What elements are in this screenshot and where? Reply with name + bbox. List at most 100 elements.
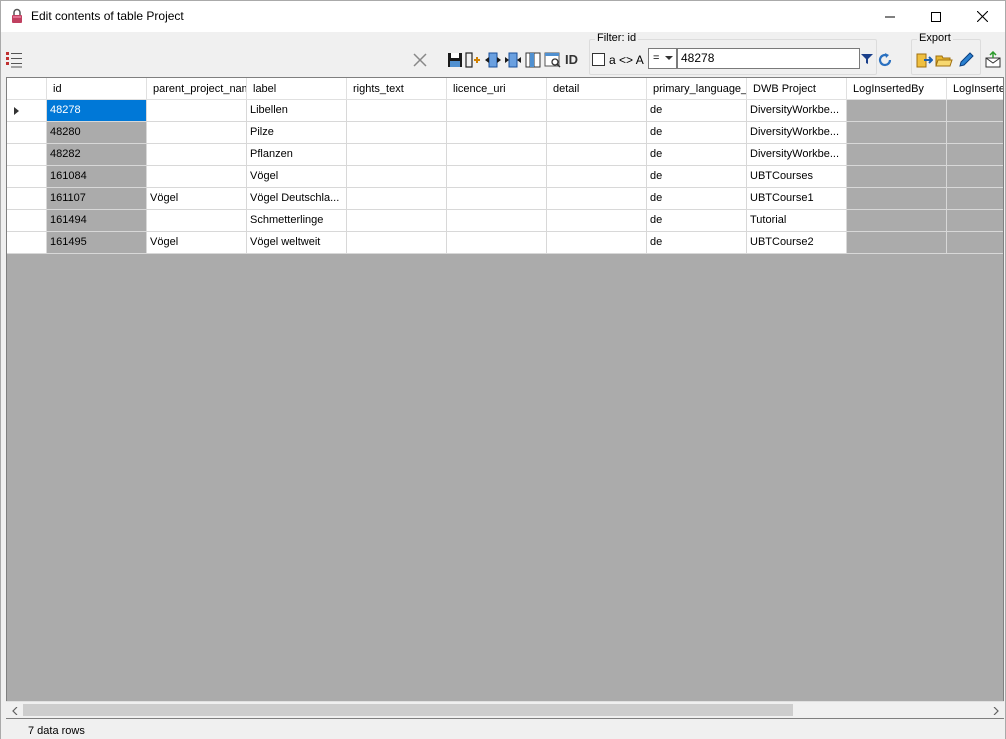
close-button[interactable]: [959, 1, 1005, 32]
table-cell-parent-project-nam[interactable]: Vögel: [147, 188, 247, 210]
save-icon[interactable]: [446, 51, 464, 69]
table-cell-detail[interactable]: [547, 100, 647, 122]
table-cell-licence-uri[interactable]: [447, 100, 547, 122]
table-cell-loginsertedby[interactable]: [847, 210, 947, 232]
column-header-6[interactable]: primary_language_c: [647, 78, 747, 100]
insert-row-icon[interactable]: [464, 51, 482, 69]
table-cell-detail[interactable]: [547, 210, 647, 232]
table-cell-loginserte[interactable]: [947, 232, 1003, 254]
table-row[interactable]: 48278 Libellen de DiversityWorkbe...: [7, 100, 1003, 122]
id-button[interactable]: ID: [565, 52, 578, 67]
column-header-0[interactable]: id: [47, 78, 147, 100]
table-cell-id[interactable]: 48278: [47, 100, 147, 122]
table-cell-loginserte[interactable]: [947, 188, 1003, 210]
table-cell-rights-text[interactable]: [347, 210, 447, 232]
table-cell-loginserte[interactable]: [947, 210, 1003, 232]
table-cell-primary-language-c[interactable]: de: [647, 232, 747, 254]
table-cell-id[interactable]: 161084: [47, 166, 147, 188]
horizontal-scrollbar[interactable]: [6, 701, 1004, 718]
fit-columns-icon[interactable]: [484, 51, 502, 69]
table-row[interactable]: 161107 Vögel Vögel Deutschla... de UBTCourse…: [7, 188, 1003, 210]
table-cell-label[interactable]: Pilze: [247, 122, 347, 144]
table-cell-label[interactable]: Vögel: [247, 166, 347, 188]
table-cell-label[interactable]: Schmetterlinge: [247, 210, 347, 232]
column-header-9[interactable]: LogInserte: [947, 78, 1003, 100]
table-cell-detail[interactable]: [547, 232, 647, 254]
table-cell-rights-text[interactable]: [347, 166, 447, 188]
table-cell-detail[interactable]: [547, 188, 647, 210]
table-cell-primary-language-c[interactable]: de: [647, 166, 747, 188]
scroll-right-button[interactable]: [987, 702, 1004, 719]
table-cell-licence-uri[interactable]: [447, 166, 547, 188]
maximize-button[interactable]: [913, 1, 959, 32]
table-cell-loginsertedby[interactable]: [847, 100, 947, 122]
table-cell-label[interactable]: Pflanzen: [247, 144, 347, 166]
table-cell-dwb-project[interactable]: Tutorial: [747, 210, 847, 232]
filter-value-input[interactable]: 48278: [677, 48, 860, 69]
table-cell-label[interactable]: Vögel Deutschla...: [247, 188, 347, 210]
row-header[interactable]: [7, 122, 47, 144]
table-cell-parent-project-nam[interactable]: [147, 122, 247, 144]
table-cell-loginsertedby[interactable]: [847, 232, 947, 254]
preview-icon[interactable]: [544, 51, 562, 69]
table-cell-primary-language-c[interactable]: de: [647, 188, 747, 210]
table-cell-rights-text[interactable]: [347, 144, 447, 166]
edit-pen-icon[interactable]: [957, 51, 975, 69]
table-row[interactable]: 161495 Vögel Vögel weltweit de UBTCourse2: [7, 232, 1003, 254]
table-cell-parent-project-nam[interactable]: Vögel: [147, 232, 247, 254]
table-cell-dwb-project[interactable]: DiversityWorkbe...: [747, 144, 847, 166]
table-cell-dwb-project[interactable]: UBTCourse1: [747, 188, 847, 210]
operator-select[interactable]: =: [648, 48, 677, 69]
table-cell-dwb-project[interactable]: UBTCourse2: [747, 232, 847, 254]
table-cell-id[interactable]: 161494: [47, 210, 147, 232]
row-header[interactable]: [7, 144, 47, 166]
table-cell-id[interactable]: 48280: [47, 122, 147, 144]
column-list-icon[interactable]: [5, 51, 23, 69]
row-header[interactable]: [7, 232, 47, 254]
table-cell-licence-uri[interactable]: [447, 232, 547, 254]
column-header-5[interactable]: detail: [547, 78, 647, 100]
minimize-button[interactable]: [867, 1, 913, 32]
scrollbar-thumb[interactable]: [23, 704, 793, 716]
table-cell-id[interactable]: 161495: [47, 232, 147, 254]
table-cell-parent-project-nam[interactable]: [147, 210, 247, 232]
delete-row-icon[interactable]: [411, 51, 429, 69]
table-cell-rights-text[interactable]: [347, 100, 447, 122]
table-cell-id[interactable]: 161107: [47, 188, 147, 210]
table-cell-loginserte[interactable]: [947, 144, 1003, 166]
table-cell-primary-language-c[interactable]: de: [647, 210, 747, 232]
column-header-3[interactable]: rights_text: [347, 78, 447, 100]
column-header-1[interactable]: parent_project_nam: [147, 78, 247, 100]
table-cell-licence-uri[interactable]: [447, 122, 547, 144]
table-cell-rights-text[interactable]: [347, 188, 447, 210]
scroll-left-button[interactable]: [6, 702, 23, 719]
export-icon[interactable]: [915, 51, 933, 69]
table-cell-primary-language-c[interactable]: de: [647, 144, 747, 166]
table-cell-detail[interactable]: [547, 166, 647, 188]
table-cell-detail[interactable]: [547, 144, 647, 166]
table-cell-licence-uri[interactable]: [447, 210, 547, 232]
table-cell-loginserte[interactable]: [947, 122, 1003, 144]
table-cell-detail[interactable]: [547, 122, 647, 144]
column-header-8[interactable]: LogInsertedBy: [847, 78, 947, 100]
table-cell-dwb-project[interactable]: DiversityWorkbe...: [747, 122, 847, 144]
filter-icon[interactable]: [860, 52, 874, 66]
column-header-7[interactable]: DWB Project: [747, 78, 847, 100]
table-cell-loginserte[interactable]: [947, 100, 1003, 122]
table-row[interactable]: 48280 Pilze de DiversityWorkbe...: [7, 122, 1003, 144]
table-row[interactable]: 161494 Schmetterlinge de Tutorial: [7, 210, 1003, 232]
columns-icon[interactable]: [524, 51, 542, 69]
mail-export-icon[interactable]: [984, 51, 1002, 69]
table-cell-id[interactable]: 48282: [47, 144, 147, 166]
table-cell-rights-text[interactable]: [347, 122, 447, 144]
table-cell-loginserte[interactable]: [947, 166, 1003, 188]
table-cell-rights-text[interactable]: [347, 232, 447, 254]
table-cell-parent-project-nam[interactable]: [147, 100, 247, 122]
table-cell-loginsertedby[interactable]: [847, 188, 947, 210]
column-header-4[interactable]: licence_uri: [447, 78, 547, 100]
row-header[interactable]: [7, 188, 47, 210]
row-header[interactable]: [7, 166, 47, 188]
table-cell-loginsertedby[interactable]: [847, 122, 947, 144]
column-header-2[interactable]: label: [247, 78, 347, 100]
table-cell-loginsertedby[interactable]: [847, 166, 947, 188]
